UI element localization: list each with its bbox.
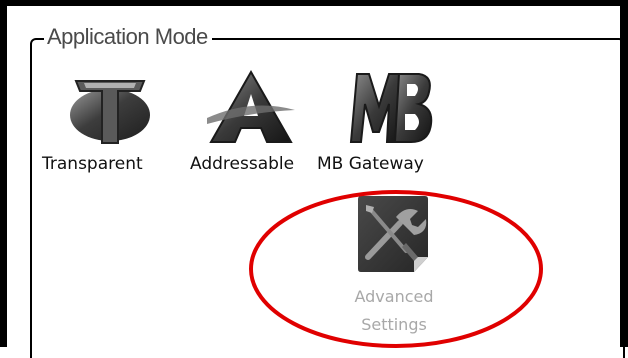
mb-gateway-mode-icon[interactable] xyxy=(343,66,439,150)
mode-label-addressable[interactable]: Addressable xyxy=(190,154,294,174)
application-mode-legend: Application Mode xyxy=(44,24,212,50)
mode-label-transparent[interactable]: Transparent xyxy=(42,154,143,174)
addressable-mode-icon[interactable] xyxy=(205,68,297,148)
advanced-settings-label-line2[interactable]: Settings xyxy=(336,315,452,335)
transparent-mode-icon[interactable] xyxy=(62,73,158,149)
advanced-settings-label-line1[interactable]: Advanced xyxy=(336,287,452,307)
tools-icon[interactable] xyxy=(356,195,430,273)
mode-label-mb-gateway[interactable]: MB Gateway xyxy=(317,154,424,174)
